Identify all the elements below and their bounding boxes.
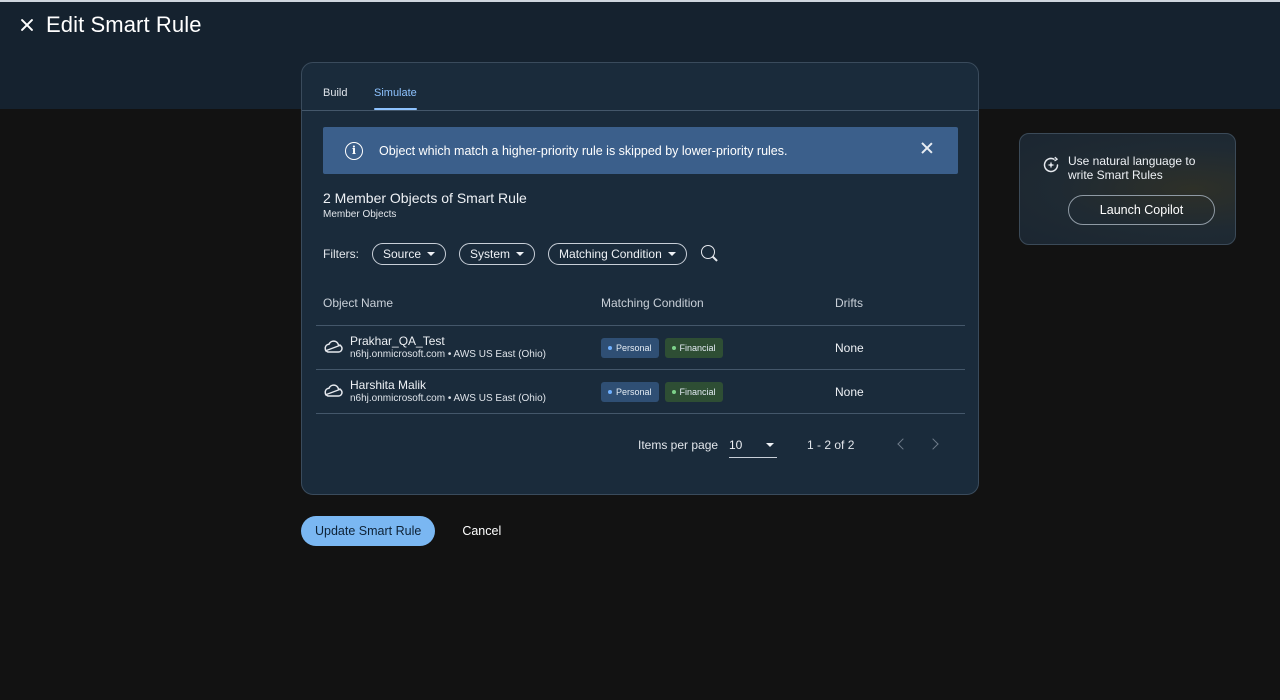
table-header: Object Name Matching Condition Drifts xyxy=(316,288,965,326)
filter-chip-label: Source xyxy=(383,247,422,261)
drifts-value: None xyxy=(835,341,864,355)
matching-condition-tags: Personal Financial xyxy=(601,338,723,358)
dot-icon xyxy=(671,390,676,394)
tab-bar: Build Simulate xyxy=(302,63,978,111)
filter-source-dropdown[interactable]: Source xyxy=(372,243,447,265)
update-smart-rule-button[interactable]: Update Smart Rule xyxy=(301,516,436,546)
object-meta: n6hj.onmicrosoft.com • AWS US East (Ohio… xyxy=(350,349,546,360)
dot-icon xyxy=(671,346,676,350)
filters-label: Filters: xyxy=(323,247,359,261)
caret-down-icon xyxy=(667,252,676,256)
page-title: Edit Smart Rule xyxy=(46,12,202,37)
info-icon: i xyxy=(345,141,363,160)
chevron-left-icon[interactable] xyxy=(897,438,909,450)
column-header-drifts[interactable]: Drifts xyxy=(835,296,863,310)
page-header: Edit Smart Rule xyxy=(18,10,202,40)
caret-down-icon xyxy=(766,443,774,447)
table-row[interactable]: Prakhar_QA_Test n6hj.onmicrosoft.com • A… xyxy=(316,326,965,370)
tag-label: Financial xyxy=(679,387,716,397)
member-objects-table: Object Name Matching Condition Drifts Pr… xyxy=(316,288,965,414)
filter-chip-label: Matching Condition xyxy=(559,247,662,261)
items-per-page-select[interactable]: 10 xyxy=(729,433,777,458)
info-banner: i Object which match a higher-priority r… xyxy=(323,127,958,174)
dot-icon xyxy=(608,346,612,350)
drifts-value: None xyxy=(835,385,864,399)
member-objects-title: 2 Member Objects of Smart Rule xyxy=(323,190,527,206)
launch-copilot-button[interactable]: Launch Copilot xyxy=(1068,195,1215,225)
page-range: 1 - 2 of 2 xyxy=(807,438,855,452)
filters-bar: Filters: Source System Matching Conditio… xyxy=(323,242,720,266)
close-icon[interactable] xyxy=(18,16,36,34)
tag-financial: Financial xyxy=(664,338,723,358)
chevron-right-icon[interactable] xyxy=(927,438,939,450)
filter-chip-label: System xyxy=(470,247,511,261)
column-header-matching-condition[interactable]: Matching Condition xyxy=(601,296,704,310)
tab-simulate[interactable]: Simulate xyxy=(374,87,417,110)
form-actions: Update Smart Rule Cancel xyxy=(301,516,501,546)
copilot-sparkle-icon xyxy=(1043,156,1059,173)
tag-personal: Personal xyxy=(601,382,659,402)
matching-condition-tags: Personal Financial xyxy=(601,382,723,402)
caret-down-icon xyxy=(516,252,525,256)
dot-icon xyxy=(608,390,612,394)
object-name[interactable]: Prakhar_QA_Test xyxy=(350,334,445,348)
cancel-button[interactable]: Cancel xyxy=(462,524,501,538)
member-objects-subtitle: Member Objects xyxy=(323,209,397,220)
filter-system-dropdown[interactable]: System xyxy=(459,243,536,265)
tag-label: Personal xyxy=(616,387,652,397)
pagination: Items per page 10 1 - 2 of 2 xyxy=(302,433,978,459)
simulate-card: Build Simulate i Object which match a hi… xyxy=(301,62,979,495)
info-banner-text: Object which match a higher-priority rul… xyxy=(379,143,788,158)
tag-financial: Financial xyxy=(664,382,723,402)
copilot-description: Use natural language to write Smart Rule… xyxy=(1068,154,1196,182)
cloud-icon xyxy=(324,384,343,397)
object-meta: n6hj.onmicrosoft.com • AWS US East (Ohio… xyxy=(350,393,546,404)
tag-label: Personal xyxy=(616,343,652,353)
banner-close-icon[interactable] xyxy=(920,141,934,155)
column-header-object-name[interactable]: Object Name xyxy=(323,296,393,310)
tag-label: Financial xyxy=(679,343,716,353)
items-per-page-label: Items per page xyxy=(638,438,719,452)
cloud-icon xyxy=(324,340,343,353)
object-name[interactable]: Harshita Malik xyxy=(350,378,426,392)
table-row[interactable]: Harshita Malik n6hj.onmicrosoft.com • AW… xyxy=(316,370,965,414)
items-per-page-value: 10 xyxy=(729,438,743,452)
caret-down-icon xyxy=(427,252,436,256)
tag-personal: Personal xyxy=(601,338,659,358)
search-icon[interactable] xyxy=(700,244,720,264)
filter-matching-condition-dropdown[interactable]: Matching Condition xyxy=(548,243,687,265)
copilot-panel: Use natural language to write Smart Rule… xyxy=(1019,133,1236,245)
tab-build[interactable]: Build xyxy=(323,87,347,109)
